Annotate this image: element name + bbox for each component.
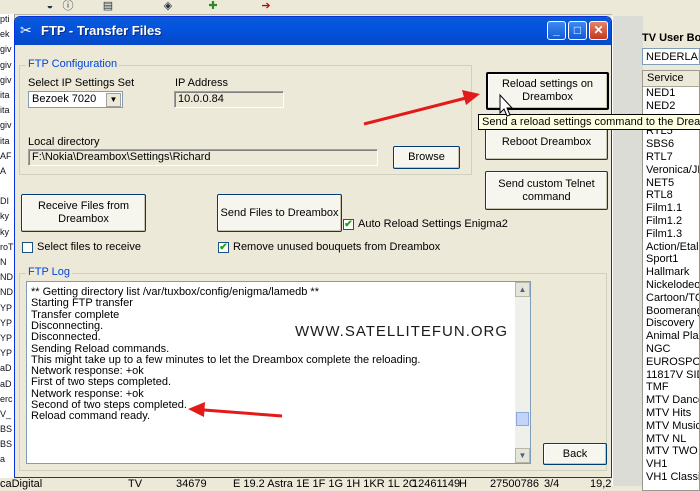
annotation-arrows — [188, 90, 514, 418]
mouse-cursor-icon — [499, 93, 514, 117]
arrow-to-reload-icon — [363, 90, 480, 126]
arrow-to-completed-icon — [188, 402, 283, 418]
